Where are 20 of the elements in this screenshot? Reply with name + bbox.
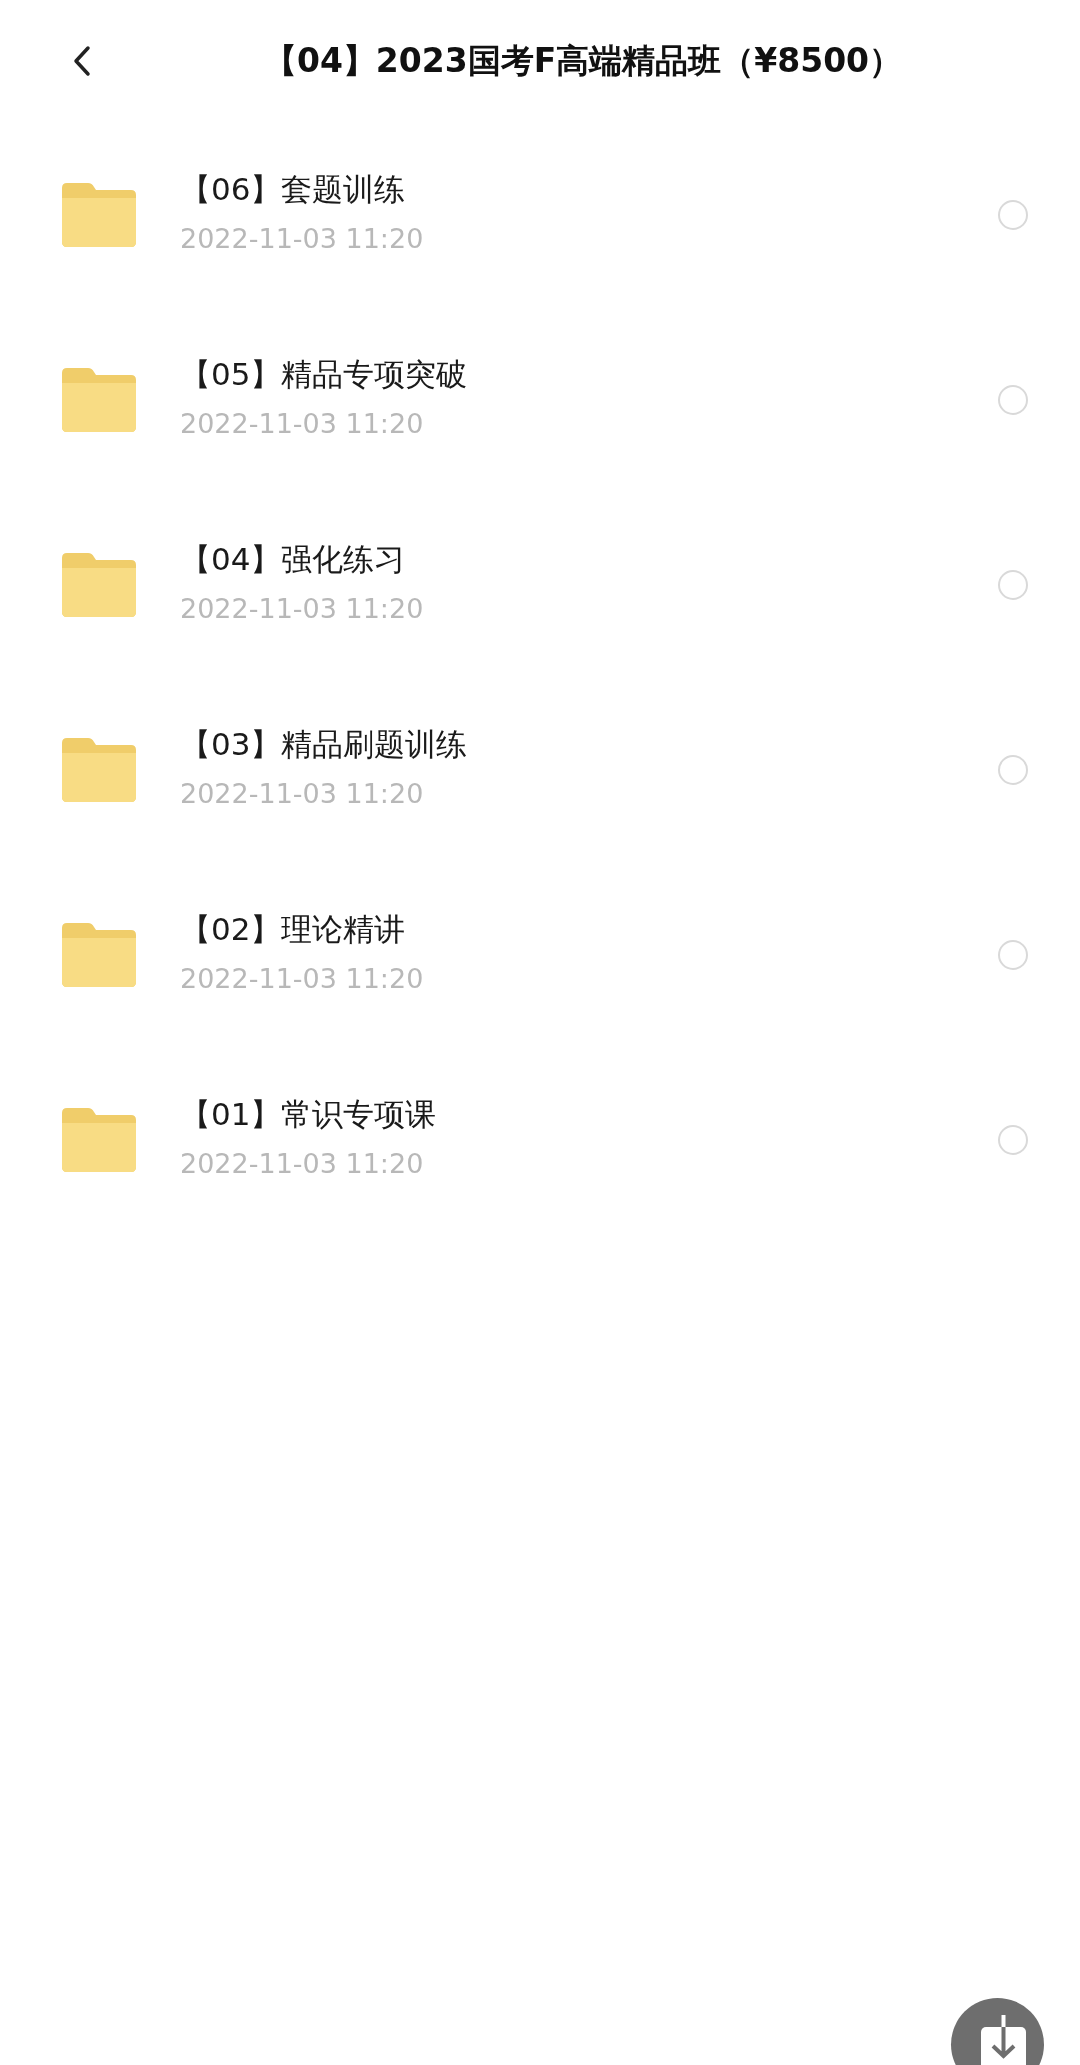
download-button[interactable] bbox=[951, 1998, 1044, 2065]
folder-name[interactable]: 【06】套题训练 bbox=[180, 169, 998, 210]
modified-date: 2022-11-03 11:20 bbox=[180, 222, 425, 257]
folder-name[interactable]: 【01】常识专项课 bbox=[180, 1094, 998, 1135]
select-radio[interactable] bbox=[998, 754, 1028, 785]
folder-name[interactable]: 【02】理论精讲 bbox=[180, 909, 998, 950]
modified-date: 2022-11-03 11:20 bbox=[180, 1147, 425, 1182]
modified-date: 2022-11-03 11:20 bbox=[180, 777, 425, 812]
select-radio[interactable] bbox=[998, 384, 1028, 415]
folder-name[interactable]: 【03】精品刷题训练 bbox=[180, 724, 998, 765]
modified-date: 2022-11-03 11:20 bbox=[180, 407, 425, 442]
select-radio[interactable] bbox=[998, 199, 1028, 230]
modified-date: 2022-11-03 11:20 bbox=[180, 962, 425, 997]
folder-name[interactable]: 【04】强化练习 bbox=[180, 539, 998, 580]
select-radio[interactable] bbox=[998, 1124, 1028, 1155]
folder-name[interactable]: 【05】精品专项突破 bbox=[180, 354, 998, 395]
select-radio[interactable] bbox=[998, 939, 1028, 970]
select-radio[interactable] bbox=[998, 569, 1028, 600]
page-title: 【04】2023国考F高端精品班（¥8500） bbox=[262, 40, 904, 83]
modified-date: 2022-11-03 11:20 bbox=[180, 592, 425, 627]
